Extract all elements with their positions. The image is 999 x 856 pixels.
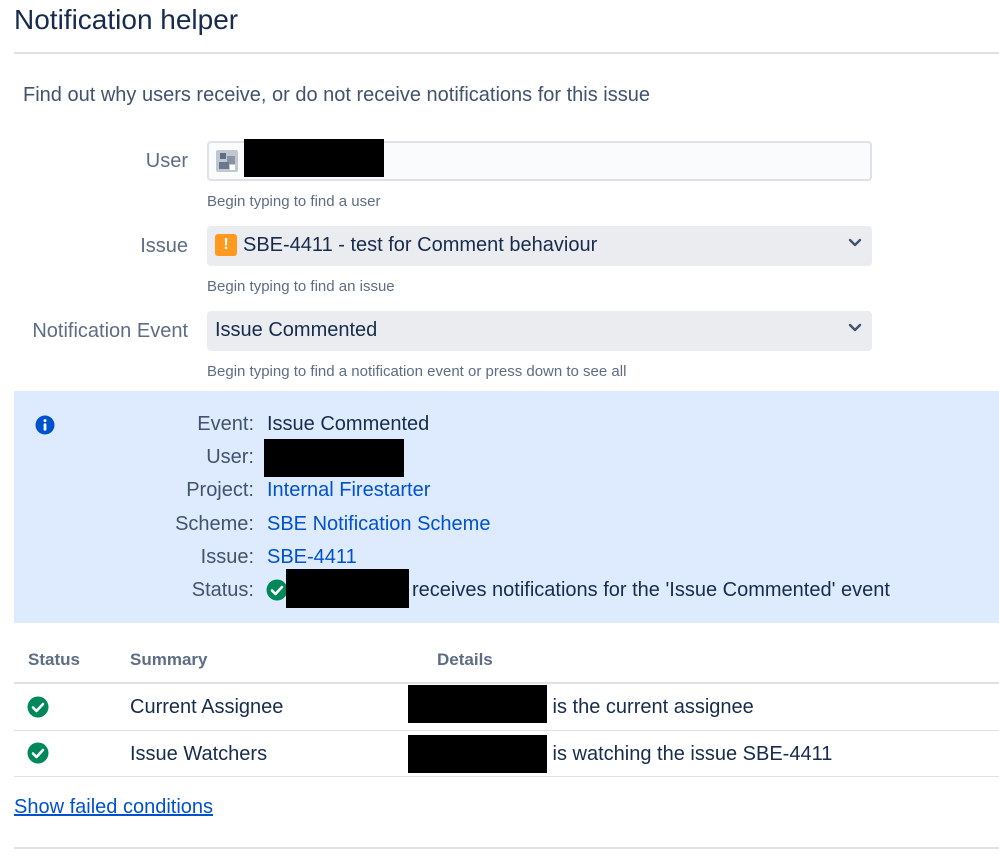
scheme-info-label: Scheme:	[175, 513, 254, 535]
check-circle-icon	[27, 696, 49, 718]
issue-select-value: SBE-4411 - test for Comment behaviour	[243, 234, 598, 256]
event-info-label: Event:	[197, 413, 254, 435]
th-details: Details	[437, 650, 493, 669]
th-status: Status	[28, 650, 80, 669]
user-picker[interactable]	[207, 139, 872, 181]
check-circle-icon	[27, 742, 49, 764]
redacted-row-user	[408, 735, 547, 773]
user-info-label: User:	[206, 446, 254, 468]
user-hint: Begin typing to find a user	[207, 193, 381, 210]
event-label: Notification Event	[32, 320, 188, 342]
project-link[interactable]: Internal Firestarter	[267, 479, 430, 502]
user-label: User	[145, 150, 188, 172]
show-failed-conditions-link[interactable]: Show failed conditions	[14, 796, 213, 819]
redacted-status-user	[286, 569, 409, 608]
info-panel: Event: Issue Commented User: Project: In…	[14, 391, 999, 623]
row-summary: Issue Watchers	[130, 743, 268, 765]
title-divider	[14, 52, 999, 54]
bottom-divider	[14, 847, 999, 849]
event-info-value: Issue Commented	[267, 413, 430, 435]
row-details: y is the current assignee	[537, 696, 754, 718]
check-circle-icon	[266, 579, 288, 601]
warning-icon: !	[215, 234, 237, 256]
event-hint: Begin typing to find a notification even…	[207, 363, 627, 380]
issue-select[interactable]: ! SBE-4411 - test for Comment behaviour	[207, 226, 872, 266]
redacted-row-user	[408, 685, 547, 723]
redacted-user-info	[264, 439, 404, 477]
chevron-down-icon	[848, 238, 862, 247]
redacted-user-name	[244, 139, 384, 177]
avatar	[216, 150, 238, 172]
info-icon	[35, 415, 55, 435]
chevron-down-icon	[848, 323, 862, 332]
issue-info-label: Issue:	[200, 546, 254, 568]
project-info-label: Project:	[186, 479, 254, 501]
event-select[interactable]: Issue Commented	[207, 311, 872, 351]
issue-hint: Begin typing to find an issue	[207, 278, 395, 295]
intro-text: Find out why users receive, or do not re…	[23, 84, 650, 106]
issue-label: Issue	[140, 235, 188, 257]
status-info-label: Status:	[191, 579, 254, 601]
row-divider	[14, 776, 999, 777]
event-select-value: Issue Commented	[215, 319, 378, 341]
table-header-divider	[14, 682, 999, 684]
issue-link[interactable]: SBE-4411	[267, 546, 357, 569]
scheme-link[interactable]: SBE Notification Scheme	[267, 513, 490, 536]
page-title: Notification helper	[14, 4, 239, 35]
row-summary: Current Assignee	[130, 696, 284, 718]
row-divider	[14, 730, 999, 731]
status-info-value: receives notifications for the 'Issue Co…	[412, 579, 890, 601]
row-details: y is watching the issue SBE-4411	[537, 743, 833, 765]
th-summary: Summary	[130, 650, 208, 669]
